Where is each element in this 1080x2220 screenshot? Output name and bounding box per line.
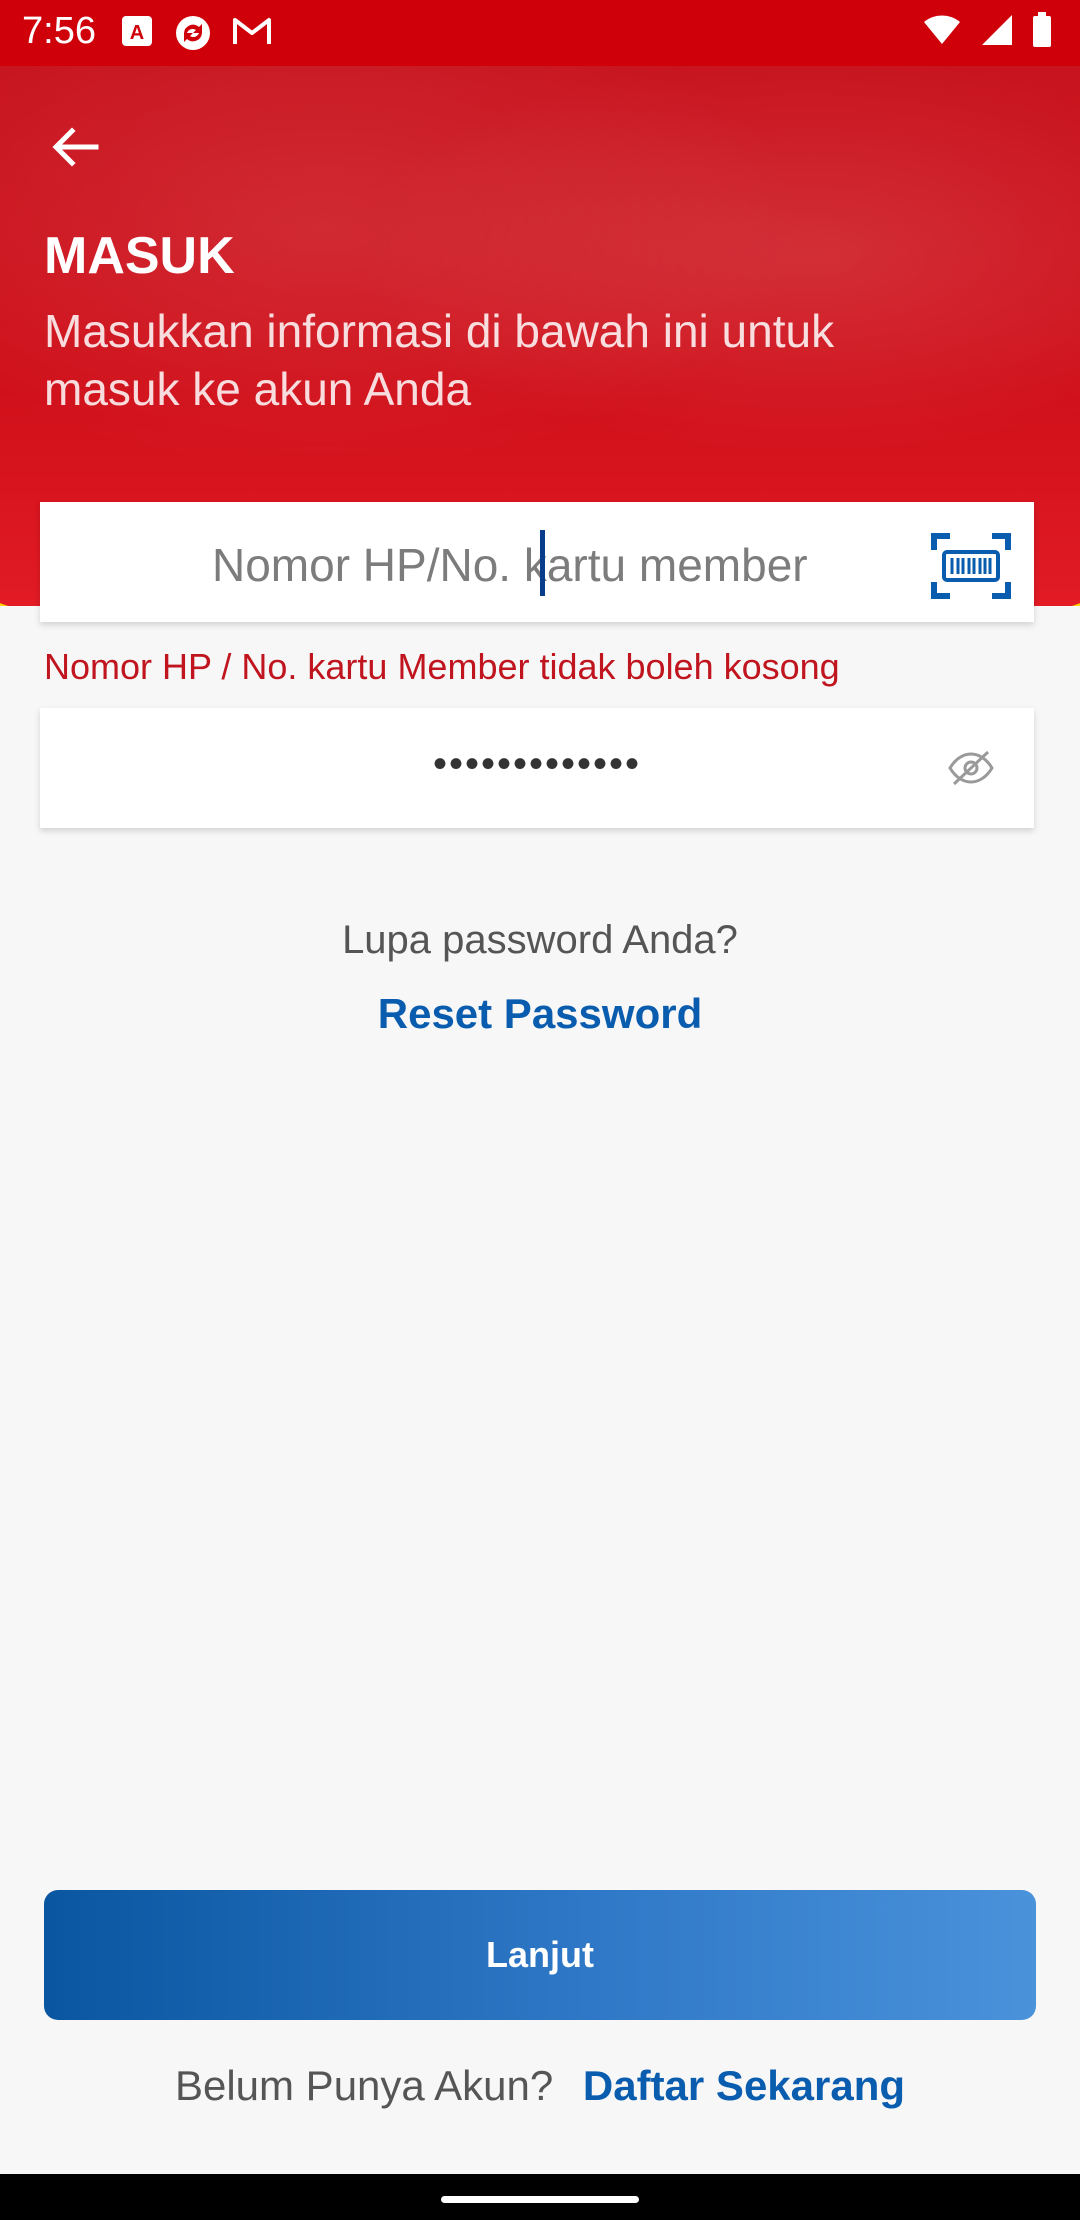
adobe-icon: A bbox=[122, 16, 152, 46]
reset-password-link[interactable]: Reset Password bbox=[0, 990, 1080, 1038]
password-field[interactable]: ••••••••••••• bbox=[40, 708, 1034, 828]
gmail-icon bbox=[233, 18, 271, 44]
register-row: Belum Punya Akun? Daftar Sekarang bbox=[0, 2062, 1080, 2110]
register-question: Belum Punya Akun? bbox=[174, 2062, 554, 2109]
status-bar: 7:56 A bbox=[0, 0, 1080, 66]
phone-member-input[interactable]: Nomor HP/No. kartu member bbox=[212, 538, 808, 592]
barcode-scan-icon[interactable] bbox=[930, 530, 1012, 602]
forgot-password-text: Lupa password Anda? bbox=[342, 918, 738, 962]
phone-member-field[interactable]: Nomor HP/No. kartu member bbox=[40, 502, 1034, 622]
register-link[interactable]: Daftar Sekarang bbox=[583, 2062, 905, 2109]
svg-text:A: A bbox=[130, 22, 144, 44]
continue-button-label: Lanjut bbox=[486, 1934, 594, 1975]
system-icons bbox=[922, 12, 1052, 48]
text-cursor bbox=[540, 530, 545, 596]
page-title: MASUK bbox=[44, 227, 235, 285]
signal-icon bbox=[982, 15, 1012, 45]
home-indicator[interactable] bbox=[441, 2196, 639, 2203]
sync-icon bbox=[176, 16, 210, 50]
status-time: 7:56 bbox=[22, 10, 96, 52]
battery-icon bbox=[1033, 12, 1051, 47]
page-subtitle: Masukkan informasi di bawah ini untuk ma… bbox=[44, 305, 835, 415]
continue-button[interactable]: Lanjut bbox=[44, 1890, 1036, 2020]
back-arrow-icon[interactable] bbox=[40, 112, 110, 182]
phone-error-message: Nomor HP / No. kartu Member tidak boleh … bbox=[44, 646, 840, 687]
password-input[interactable]: ••••••••••••• bbox=[40, 742, 1034, 787]
navigation-bar bbox=[0, 2174, 1080, 2220]
wifi-icon bbox=[924, 15, 960, 45]
eye-hidden-icon[interactable] bbox=[946, 748, 996, 788]
notification-icons: A bbox=[120, 14, 272, 52]
